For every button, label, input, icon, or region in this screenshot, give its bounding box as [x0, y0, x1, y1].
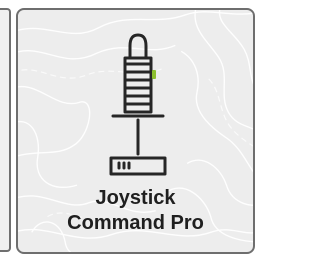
device-tile-joystick[interactable]: Joystick Command Pro: [16, 8, 255, 254]
indicator-led: [152, 70, 156, 79]
joystick-icon: [109, 33, 167, 176]
device-name: Joystick Command Pro: [18, 186, 253, 236]
device-name-line1: Joystick: [95, 187, 176, 209]
device-selector: Joystick Command Pro: [0, 0, 260, 262]
device-name-line2: Command Pro: [67, 212, 204, 234]
previous-device-card[interactable]: [0, 8, 11, 252]
